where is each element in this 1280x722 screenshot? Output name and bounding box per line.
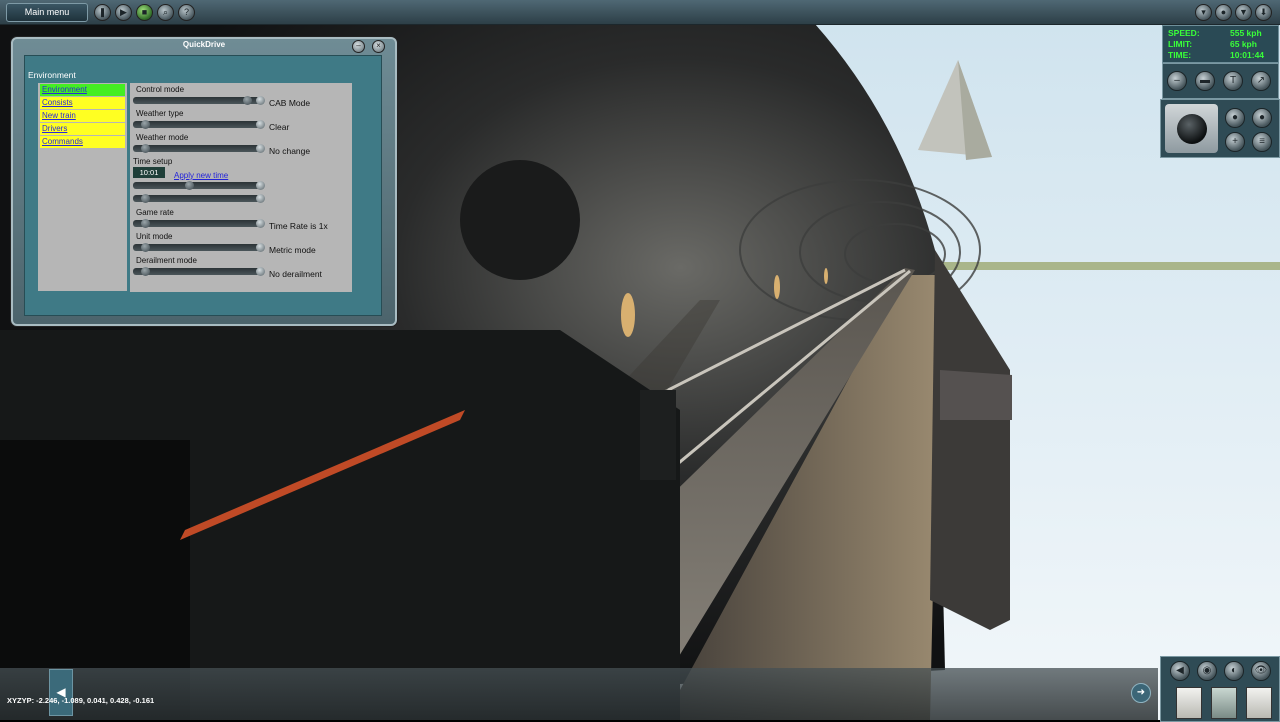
time-input[interactable]: 10:01 [133, 167, 165, 178]
free-camera-icon[interactable]: ↗ [1251, 71, 1271, 91]
weather-type-slider[interactable] [133, 120, 265, 129]
control-mode-label: Control mode [136, 85, 185, 94]
unit-mode-label: Unit mode [136, 232, 173, 241]
bottom-bar [0, 668, 1158, 720]
derailment-mode-slider[interactable] [133, 267, 265, 276]
weather-type-value: Clear [269, 122, 290, 132]
unit-mode-value: Metric mode [269, 245, 316, 255]
nav-consists[interactable]: Consists [40, 97, 125, 109]
control-mode-slider[interactable] [133, 96, 265, 105]
stop-icon[interactable]: ■ [136, 4, 153, 21]
speed-value: 555 kph [1230, 28, 1262, 38]
quickdrive-nav: Environment Consists New train Drivers C… [38, 83, 127, 291]
derailment-mode-label: Derailment mode [136, 256, 197, 265]
speed-label: SPEED: [1168, 28, 1200, 38]
close-icon[interactable]: × [372, 40, 385, 53]
throttle-joystick[interactable] [1165, 104, 1218, 153]
track-camera-icon[interactable]: T [1223, 71, 1243, 91]
nav-commands[interactable]: Commands [40, 136, 125, 148]
navigate-icon[interactable]: ◐ [1224, 661, 1244, 681]
view-icon[interactable]: 👁 [1251, 661, 1271, 681]
time-label: TIME: [1168, 50, 1192, 60]
notes-icon[interactable] [1211, 687, 1237, 719]
search-icon[interactable]: ⌕ [157, 4, 174, 21]
unit-mode-slider[interactable] [133, 243, 265, 252]
nav-environment[interactable]: Environment [40, 84, 125, 96]
bottom-right-panel: ◀ ◉ ◐ 👁 [1160, 656, 1280, 722]
main-menu-button[interactable]: Main menu [6, 3, 88, 22]
game-rate-label: Game rate [136, 208, 174, 217]
limit-value: 65 kph [1230, 39, 1257, 49]
derailment-mode-value: No derailment [269, 269, 322, 279]
help-icon[interactable]: ? [178, 4, 195, 21]
camera-panel: – ▬ T ↗ [1162, 63, 1279, 99]
minimize-window-icon[interactable]: – [352, 40, 365, 53]
time-minute-slider[interactable] [133, 194, 265, 203]
pause-icon[interactable]: ❚ [94, 4, 111, 21]
external-camera-icon[interactable]: ▬ [1195, 71, 1215, 91]
nav-new-train[interactable]: New train [40, 110, 125, 122]
light-icon[interactable]: + [1225, 132, 1245, 152]
document-icon[interactable] [1176, 687, 1202, 719]
coordinates-readout: XYZYP: -2.246, -1.089, 0.041, 0.428, -0.… [7, 696, 155, 705]
control-panel: ● ● + ≡ [1160, 99, 1280, 158]
reverse-icon[interactable]: ≡ [1252, 132, 1272, 152]
weather-mode-slider[interactable] [133, 144, 265, 153]
environment-options: Control mode CAB Mode Weather type Clear… [130, 83, 352, 292]
right-arrow-button[interactable]: ➜ [1131, 683, 1151, 703]
game-rate-slider[interactable] [133, 219, 265, 228]
control-mode-value: CAB Mode [269, 98, 311, 108]
time-hour-slider[interactable] [133, 181, 265, 190]
weather-type-label: Weather type [136, 109, 184, 118]
left-arrow-button[interactable]: ◀ [49, 669, 73, 716]
game-rate-value: Time Rate is 1x [269, 221, 328, 231]
minimize-icon[interactable]: ▾ [1195, 4, 1212, 21]
arrow-down-icon[interactable]: ⬇ [1255, 4, 1272, 21]
cab-camera-icon[interactable]: – [1167, 71, 1187, 91]
time-value: 10:01:44 [1230, 50, 1265, 60]
joystick-ball[interactable] [1177, 114, 1207, 144]
info-icon[interactable] [1246, 687, 1272, 719]
quickdrive-window: QuickDrive – × Environment Environment C… [11, 37, 397, 326]
section-title: Environment [28, 70, 76, 80]
weather-mode-label: Weather mode [136, 133, 189, 142]
back-icon[interactable]: ◀ [1170, 661, 1190, 681]
nav-drivers[interactable]: Drivers [40, 123, 125, 135]
time-setup-label: Time setup [133, 157, 173, 166]
apply-new-time-link[interactable]: Apply new time [174, 171, 228, 180]
horn-icon[interactable]: ● [1225, 108, 1245, 128]
top-toolbar: Main menu ❚ ▶ ■ ⌕ ? ▾ ● ▼ ⬇ [0, 0, 1280, 25]
record-icon[interactable]: ● [1215, 4, 1232, 21]
down-icon[interactable]: ▼ [1235, 4, 1252, 21]
window-title: QuickDrive [182, 40, 226, 49]
camera-icon[interactable]: ◉ [1197, 661, 1217, 681]
bell-icon[interactable]: ● [1252, 108, 1272, 128]
weather-mode-value: No change [269, 146, 311, 156]
play-icon[interactable]: ▶ [115, 4, 132, 21]
speed-hud: SPEED: 555 kph LIMIT: 65 kph TIME: 10:01… [1162, 25, 1279, 63]
limit-label: LIMIT: [1168, 39, 1193, 49]
